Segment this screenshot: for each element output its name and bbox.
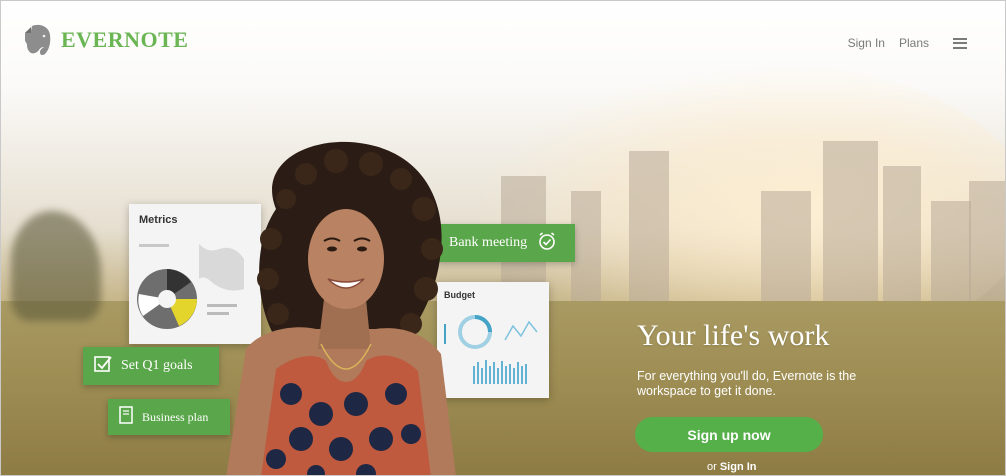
elephant-icon: [23, 23, 53, 57]
set-goals-task: Set Q1 goals: [83, 347, 219, 385]
hamburger-icon[interactable]: [953, 37, 967, 49]
brand-name: EVERNOTE: [61, 27, 189, 52]
set-goals-label: Set Q1 goals: [121, 358, 193, 373]
sign-up-button[interactable]: Sign up now: [635, 417, 823, 452]
checkbox-icon: [93, 354, 113, 379]
city-building: [969, 181, 1005, 301]
alarm-clock-icon: [537, 231, 557, 256]
top-nav: Sign In Plans: [848, 36, 967, 50]
notebook-icon: [118, 406, 134, 428]
site-header: EVERNOTE Sign In Plans: [1, 1, 1005, 71]
city-building: [823, 141, 878, 301]
city-building: [931, 201, 971, 301]
city-building: [629, 151, 669, 301]
hero-sign-in-link[interactable]: Sign In: [720, 461, 757, 473]
logo[interactable]: EVERNOTE: [23, 23, 188, 57]
tree-silhouette: [11, 211, 101, 321]
woman-photo: [226, 141, 456, 475]
city-building: [761, 191, 811, 301]
city-building: [571, 191, 601, 301]
hero-headline: Your life's work: [637, 319, 830, 352]
city-building: [883, 166, 921, 301]
alt-sign-in: or Sign In: [707, 461, 757, 473]
or-text: or: [707, 461, 717, 473]
business-plan-label: Business plan: [142, 409, 209, 424]
sign-in-link[interactable]: Sign In: [848, 36, 885, 50]
page-frame: EVERNOTE Sign In Plans Metrics Budget Ba…: [0, 0, 1006, 476]
plans-link[interactable]: Plans: [899, 36, 929, 50]
hero-subcopy: For everything you'll do, Evernote is th…: [637, 369, 857, 398]
